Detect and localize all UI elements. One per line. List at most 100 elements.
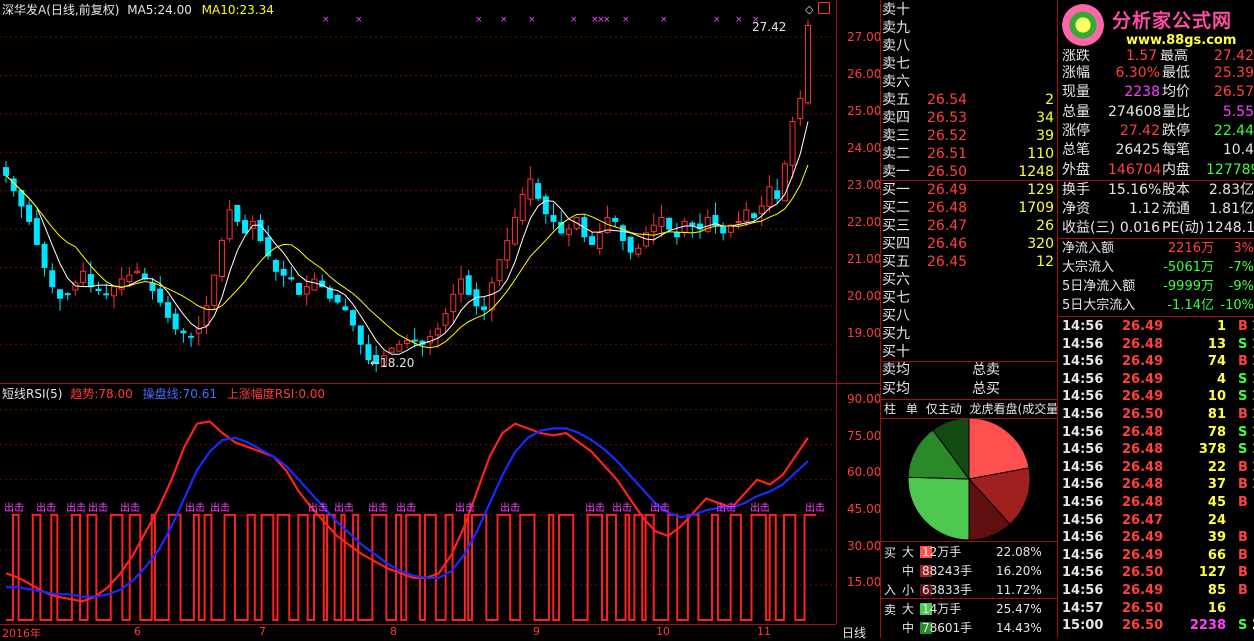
price-tick: 19.00 [847,326,882,340]
buy-level-label: 买三 [882,218,910,234]
candle [26,204,33,222]
tab-active-only[interactable]: 仅主动 [926,402,962,416]
sell-level-row[interactable]: 卖七 [882,55,1056,74]
date-axis: 2016年 6 7 8 9 10 11 [0,624,836,640]
tick-side: B [1238,459,1248,475]
tick-volume: 39 [1207,530,1226,546]
buy-level-label: 买七 [882,290,910,306]
rsi-name[interactable]: 短线RSI(5) [2,387,63,401]
tick-row[interactable]: 14:57 26.50 16 [1060,600,1254,618]
tick-row[interactable]: 14:5626.5081B1 [1060,406,1254,424]
buy-level-label: 买六 [882,272,910,288]
signal-attack-label: 出击 [66,501,86,514]
buy-level-row[interactable]: 买十 [882,343,1056,362]
total-sell-label: 总卖 [972,362,1000,378]
logo-title: 分析家公式网 [1112,10,1233,32]
quote-row: 涨幅 6.30% 最低 25.39 [1060,64,1254,83]
sell-level-row[interactable]: 卖十 [882,1,1056,20]
quote-label: 股本 [1162,182,1190,198]
tick-row[interactable]: 14:5626.491B1 [1060,318,1254,336]
tick-row[interactable]: 14:5626.494S1 [1060,371,1254,389]
tick-row[interactable]: 14:5626.4974B12 [1060,353,1254,371]
tick-price: 26.48 [1122,442,1164,458]
rsi-tick: 90.00 [847,392,882,406]
sell-level-row[interactable]: 卖三 26.52 39 [882,127,1056,146]
sell-level-row[interactable]: 卖五 26.54 2 [882,91,1056,110]
tick-row[interactable]: 14:56 26.49 39 B [1060,529,1254,547]
buy-level-row[interactable]: 买四 26.46 320 [882,235,1056,254]
tick-row[interactable]: 15:0026.502238S257 [1060,617,1254,635]
quote-row: 外盘 146704内盘 127789 [1060,161,1254,180]
tick-row[interactable]: 14:56 26.49 66 B [1060,547,1254,565]
tick-row[interactable]: 14:5626.4813S1 [1060,336,1254,354]
fund-flow-value: -9999万 [1163,279,1214,294]
tab-dragon-tiger[interactable]: 龙虎看盘(成交量/笔) [970,402,1057,416]
distribution-size: 大 [902,545,915,559]
tick-row[interactable]: 14:56 26.48 45 B [1060,494,1254,512]
tab-bar-chart[interactable]: 柱 [884,402,896,416]
fund-flow-row: 大宗流入 -5061万 -7% [1060,259,1254,277]
buy-level-row[interactable]: 买五 26.45 12 [882,253,1056,272]
buy-level-row[interactable]: 买七 [882,289,1056,308]
tick-price: 26.49 [1122,389,1164,405]
sell-level-label: 卖二 [882,146,910,162]
tick-row[interactable]: 14:56 26.50 127 B [1060,564,1254,582]
buy-level-row[interactable]: 买八 [882,307,1056,326]
logo-banner[interactable]: 分析家公式网 www.88gs.com [1058,0,1254,52]
tick-row[interactable]: 14:56 26.49 85 B [1060,582,1254,600]
tick-row[interactable]: 14:5626.4822B1 [1060,459,1254,477]
period-label: (日线,前复权) [46,3,120,17]
quote-value: 26425 [1115,142,1160,158]
sell-level-label: 卖十 [882,2,910,18]
sell-level-row[interactable]: 卖四 26.53 34 [882,109,1056,128]
rsi-tick: 30.00 [847,539,882,553]
tick-side: S [1238,371,1248,387]
candle [542,196,549,215]
kline-chart[interactable]: × × × × × × × × × × × × × × [0,0,836,383]
pie-slice [907,476,970,541]
quote-label: 流通 [1162,201,1190,217]
quote-label: 收益(三) [1062,220,1115,236]
distribution-amount: 63833手 [922,583,973,597]
quote-sep-3 [1058,316,1254,317]
tick-volume: 16 [1207,600,1226,616]
tick-time: 14:56 [1062,477,1104,493]
distribution-amount: 78601手 [922,621,973,635]
sell-level-row[interactable]: 卖二 26.51 110 [882,145,1056,164]
tick-row[interactable]: 14:5626.4837B1 [1060,476,1254,494]
period-daily-button[interactable]: 日线 [842,624,866,641]
tick-row[interactable]: 14:5626.4910S1 [1060,388,1254,406]
sell-level-label: 卖八 [882,38,910,54]
quote-label: PE(动) [1162,220,1205,236]
tab-single[interactable]: 单 [906,402,918,416]
candle [242,220,249,234]
candle [80,270,87,283]
signal-x-marker: × [713,15,721,25]
close-window-icon[interactable] [818,2,830,14]
rsi-tick: 60.00 [847,465,882,479]
distribution-amount: 88243手 [922,564,973,578]
price-tick: 21.00 [847,252,882,266]
sell-level-row[interactable]: 卖八 [882,37,1056,56]
sell-level-row[interactable]: 卖六 [882,73,1056,92]
tick-row[interactable]: 14:5626.4878S1 [1060,424,1254,442]
distribution-pct: 14.43% [996,621,1042,635]
buy-level-row[interactable]: 买二 26.48 1709 [882,199,1056,218]
sell-level-row[interactable]: 卖九 [882,19,1056,38]
buy-level-row[interactable]: 买九 [882,325,1056,344]
tick-volume: 45 [1207,495,1226,510]
rsi-chart[interactable]: 出击 出击 出击 出击 出击 出击 出击 出击 出击 出击 出击 出击 出击 出击 出击 出击 出击 出击 出击 [0,384,836,624]
settings-diamond-icon[interactable]: ◇ [805,3,813,16]
total-buy-label: 总买 [972,381,1000,397]
buy-level-row[interactable]: 买六 [882,271,1056,290]
tick-side: B [1238,407,1248,422]
buy-level-row[interactable]: 买一 26.49 129 [882,181,1056,200]
buy-level-row[interactable]: 买三 26.47 26 [882,217,1056,236]
tick-row[interactable]: 14:5626.48378S1 [1060,441,1254,459]
tick-row[interactable]: 14:56 26.47 24 [1060,512,1254,530]
candle [188,335,195,338]
stock-name[interactable]: 深华发A [2,3,46,17]
price-tick: 25.00 [847,104,882,118]
candle [596,232,603,250]
tick-time: 14:56 [1062,389,1104,405]
